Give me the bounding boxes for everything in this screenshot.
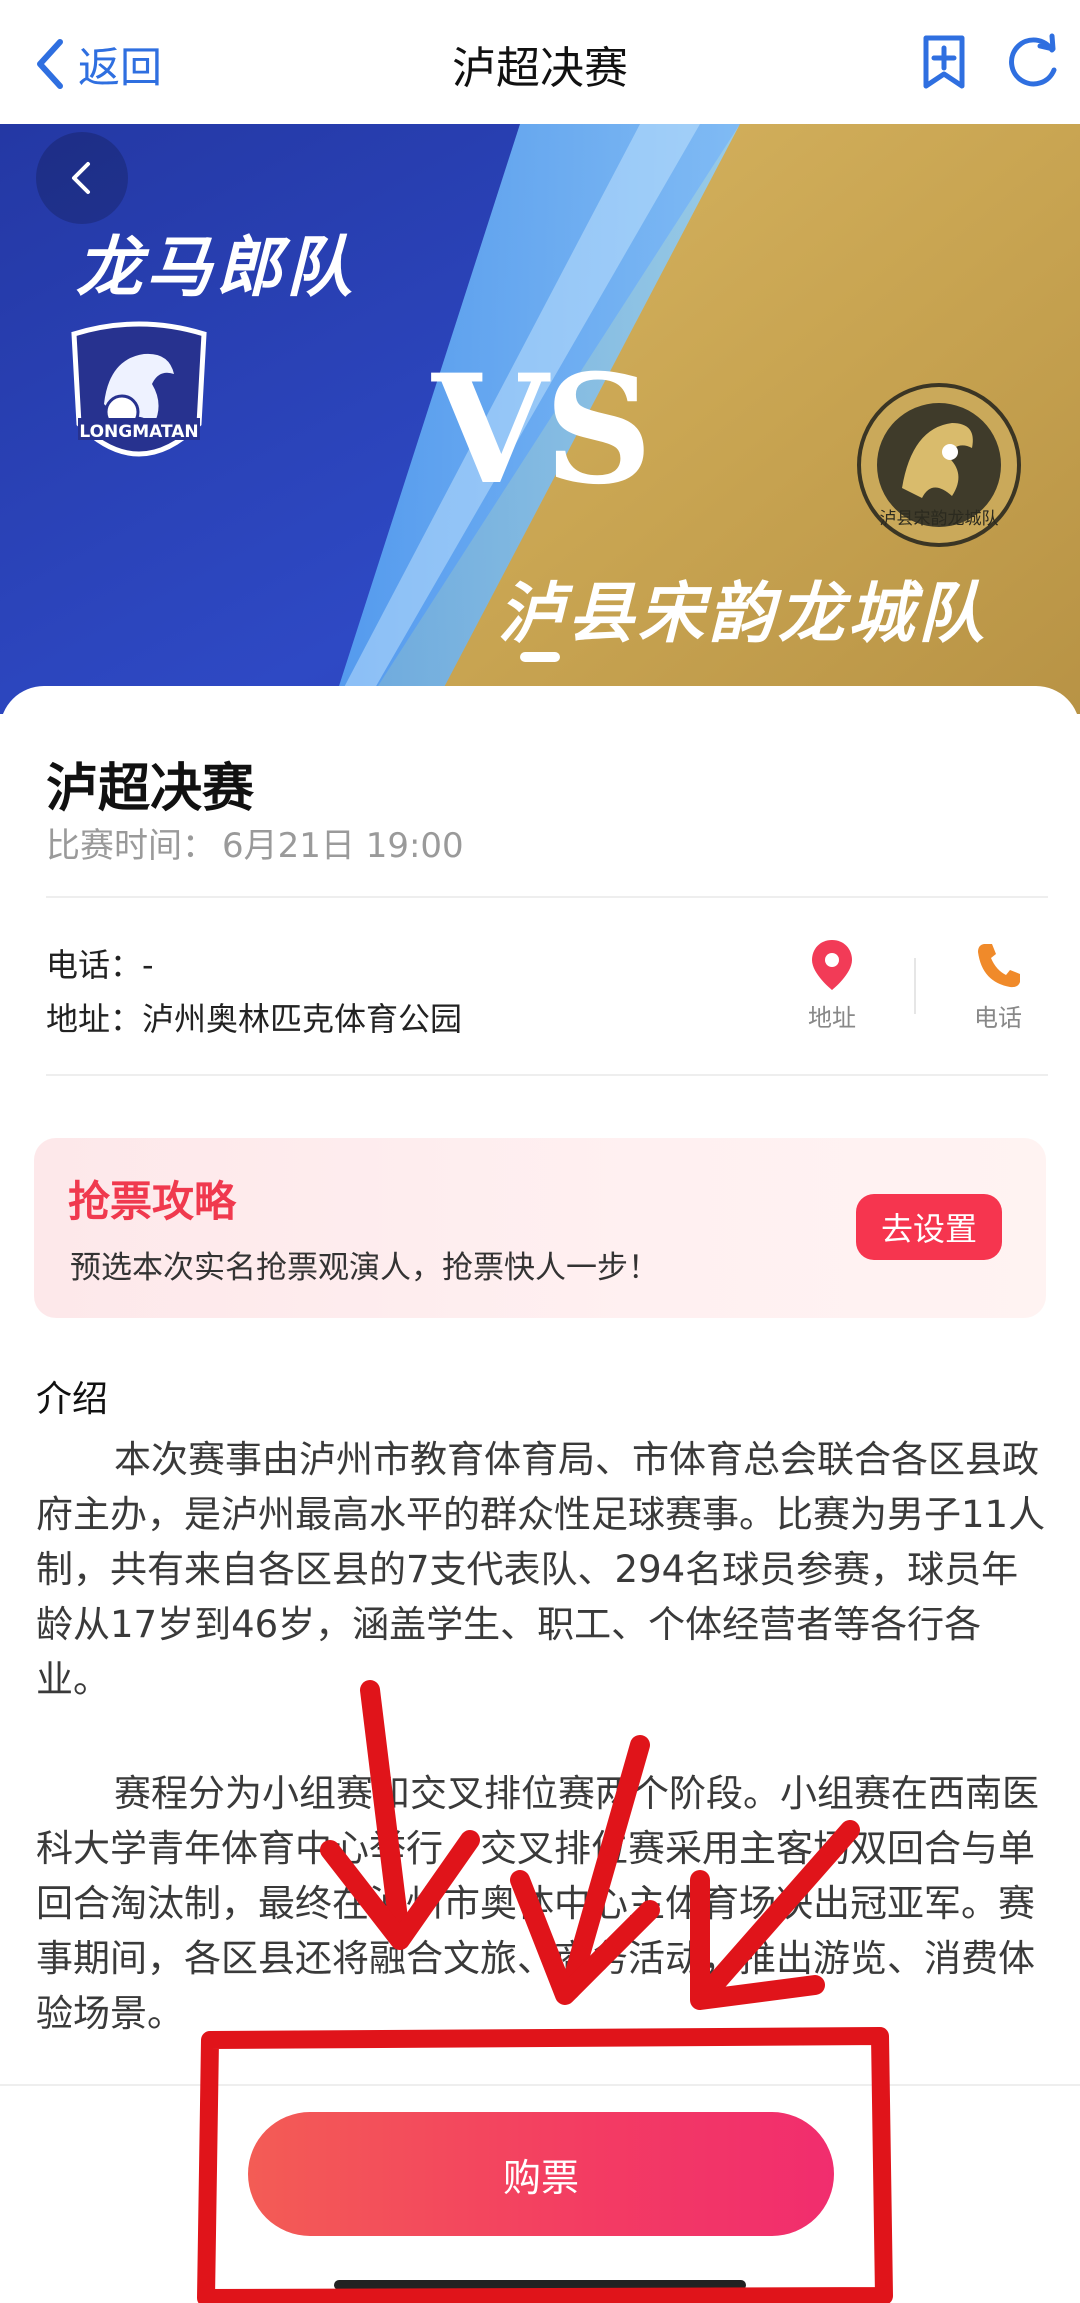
away-team-name: 泸县宋韵龙城队 <box>498 575 988 652</box>
intro-paragraph: 赛程分为小组赛和交叉排位赛两个阶段。小组赛在西南医科大学青年体育中心举行，交叉排… <box>36 1772 1039 2035</box>
map-address-button[interactable]: 地址 <box>782 938 882 1033</box>
event-time-value: 6月21日 19:00 <box>222 826 464 866</box>
action-divider <box>914 958 916 1014</box>
contact-address: 地址：泸州奥林匹克体育公园 <box>46 994 462 1040</box>
phone-value: - <box>142 946 154 984</box>
home-indicator <box>334 2280 746 2290</box>
intro-paragraph: 本次赛事由泸州市教育体育局、市体育总会联合各区县政府主办，是泸州最高水平的群众性… <box>36 1438 1046 1701</box>
location-pin-icon <box>812 940 852 990</box>
away-crest-label: 泸县宋韵龙城队 <box>879 509 999 529</box>
phone-action-label: 电话 <box>974 1004 1022 1032</box>
home-team-name: 龙马郎队 <box>76 229 356 306</box>
divider <box>46 896 1048 898</box>
intro-heading: 介绍 <box>36 1379 109 1420</box>
refresh-button[interactable] <box>1000 30 1064 94</box>
contact-phone: 电话：- <box>46 940 154 986</box>
away-team-crest: 泸县宋韵龙城队 <box>852 378 1026 552</box>
match-banner: 龙马郎队 LONGMATAN VS 泸县宋韵龙城队 泸县宋韵龙城队 <box>0 124 1080 714</box>
event-time: 比赛时间： 6月21日 19:00 <box>46 818 464 867</box>
home-crest-label: LONGMATAN <box>79 422 199 442</box>
go-settings-button[interactable]: 去设置 <box>856 1194 1002 1260</box>
strategy-description: 预选本次实名抢票观演人，抢票快人一步！ <box>70 1250 659 1286</box>
refresh-icon <box>1009 33 1057 87</box>
bookmark-add-icon <box>923 35 965 89</box>
divider <box>46 1074 1048 1076</box>
call-phone-button[interactable]: 电话 <box>948 938 1048 1033</box>
horse-crest-icon <box>71 321 207 457</box>
chevron-left-icon <box>72 162 90 194</box>
vs-label: VS <box>432 342 653 518</box>
bookmark-add-button[interactable] <box>912 30 976 94</box>
event-title: 泸超决赛 <box>46 759 255 819</box>
address-label: 地址： <box>46 1000 143 1038</box>
phone-icon <box>978 944 1020 988</box>
address-action-label: 地址 <box>808 1004 856 1032</box>
strategy-title: 抢票攻略 <box>68 1177 237 1226</box>
event-time-label: 比赛时间： <box>46 826 216 866</box>
bottom-bar-divider <box>0 2084 1080 2086</box>
ticket-strategy-box: 抢票攻略 预选本次实名抢票观演人，抢票快人一步！ 去设置 <box>34 1138 1046 1318</box>
top-nav-bar: 返回 泸超决赛 <box>0 0 1080 124</box>
phone-label: 电话： <box>46 946 143 984</box>
banner-back-button[interactable] <box>36 132 128 224</box>
buy-ticket-button[interactable]: 购票 <box>248 2112 834 2236</box>
home-team-crest: LONGMATAN <box>64 314 214 484</box>
event-info-card: 泸超决赛 比赛时间： 6月21日 19:00 电话：- 地址：泸州奥林匹克体育公园… <box>0 686 1080 2303</box>
carousel-indicator <box>520 652 560 662</box>
address-value: 泸州奥林匹克体育公园 <box>142 1000 463 1038</box>
